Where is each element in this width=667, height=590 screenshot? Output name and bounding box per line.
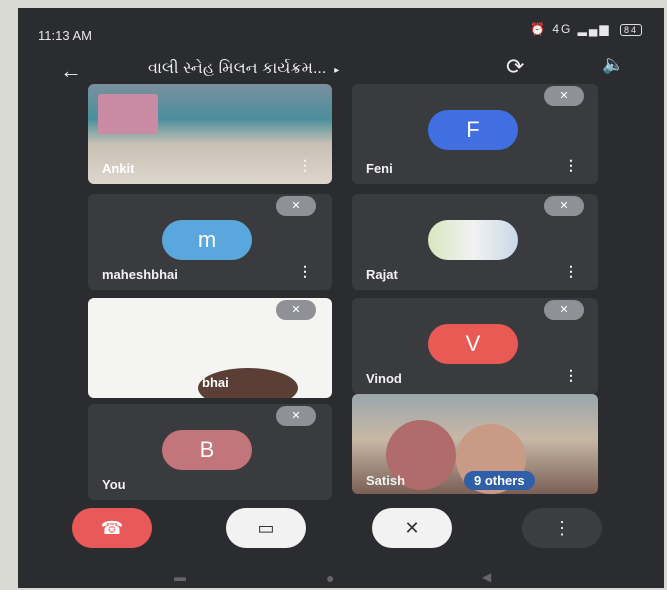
participant-tile-ankit[interactable]: Ankit ⋮ [88, 84, 332, 184]
others-count-badge[interactable]: 9 others [464, 471, 535, 490]
mic-off-icon: ✕ [404, 518, 420, 538]
alarm-icon: ⏰ [530, 22, 547, 36]
participant-name: Feni [366, 161, 393, 176]
avatar-initial: B [199, 437, 215, 462]
more-options-icon[interactable]: ⋮ [564, 157, 578, 174]
more-options-icon[interactable]: ⋮ [564, 263, 578, 280]
phone-hangup-icon: ☎ [100, 518, 124, 538]
call-header: ← વાલી સ્નેહ મિલન કાર્યક્રમ... ▸ ⟳ 🔈 [18, 48, 664, 88]
more-options-icon[interactable]: ⋮ [564, 367, 578, 384]
participant-tile-you[interactable]: ✕ B You [88, 404, 332, 500]
home-icon[interactable]: ● [326, 570, 334, 586]
avatar-initial: F [466, 117, 480, 142]
back-arrow-icon[interactable]: ← [60, 58, 82, 84]
mic-off-icon: ✕ [276, 406, 316, 426]
avatar: F [428, 110, 518, 150]
more-options-icon[interactable]: ⋮ [298, 263, 312, 280]
participant-name: You [102, 477, 126, 492]
back-nav-icon[interactable]: ◀ [482, 570, 491, 584]
mic-off-icon: ✕ [276, 300, 316, 320]
more-options-icon: ⋮ [553, 518, 571, 538]
participant-name: Ankit [102, 161, 135, 176]
network-type: 4G [552, 22, 573, 36]
mic-off-icon: ✕ [544, 86, 584, 106]
recent-apps-icon[interactable]: ▬ [174, 570, 186, 584]
camera-off-icon: ▭ [257, 518, 275, 538]
participant-name: Vinod [366, 371, 402, 386]
meeting-title[interactable]: વાલી સ્નેહ મિલન કાર્યક્રમ... ▸ [148, 60, 339, 78]
participant-tile-maheshbhai[interactable]: ✕ m maheshbhai ⋮ [88, 194, 332, 290]
participant-name: Rajat [366, 267, 398, 282]
battery-level: 84 [619, 24, 642, 36]
more-options-icon[interactable]: ⋮ [298, 157, 312, 174]
video-frame [98, 94, 158, 134]
expand-caret-icon: ▸ [334, 65, 340, 76]
call-screen: 11:13 AM ⏰ 4G ▂▄▆ 84 ← વાલી સ્નેહ મિલન ક… [18, 8, 664, 588]
participant-name: bhai [202, 375, 229, 390]
mic-off-icon: ✕ [544, 300, 584, 320]
mic-off-icon: ✕ [544, 196, 584, 216]
avatar-initial: V [465, 331, 481, 356]
more-options-icon[interactable]: ⋮ [298, 371, 312, 388]
participant-tile-rajat[interactable]: ✕ Rajat ⋮ [352, 194, 598, 290]
camera-off-button[interactable]: ▭ [226, 508, 306, 548]
system-nav-bar: ▬ ● ◀ [18, 564, 664, 588]
participant-tile-vinod[interactable]: ✕ V Vinod ⋮ [352, 298, 598, 394]
avatar: B [162, 430, 252, 470]
avatar: m [162, 220, 252, 260]
avatar-photo [428, 220, 518, 260]
mic-off-button[interactable]: ✕ [372, 508, 452, 548]
meeting-title-text: વાલી સ્નેહ મિલન કાર્યક્રમ... [148, 60, 327, 77]
status-icons: ⏰ 4G ▂▄▆ 84 [530, 22, 642, 36]
avatar: V [428, 324, 518, 364]
switch-camera-icon[interactable]: ⟳ [506, 54, 524, 80]
participant-tile-satish[interactable]: Satish 9 others [352, 394, 598, 494]
call-controls: ☎ ▭ ✕ ⋮ [18, 508, 664, 558]
mic-off-icon: ✕ [276, 196, 316, 216]
more-options-button[interactable]: ⋮ [522, 508, 602, 548]
participant-name: Satish [366, 473, 406, 488]
end-call-button[interactable]: ☎ [72, 508, 152, 548]
status-time: 11:13 AM [38, 28, 92, 43]
avatar-initial: m [197, 227, 217, 252]
speaker-icon[interactable]: 🔈 [602, 54, 624, 75]
status-bar: 11:13 AM ⏰ 4G ▂▄▆ 84 [18, 8, 664, 43]
participant-name: maheshbhai [102, 267, 178, 282]
signal-icon: ▂▄▆ [577, 22, 611, 36]
participant-tile-feni[interactable]: ✕ F Feni ⋮ [352, 84, 598, 184]
participant-tile-bhai[interactable]: ✕ bhai ⋮ [88, 298, 332, 398]
